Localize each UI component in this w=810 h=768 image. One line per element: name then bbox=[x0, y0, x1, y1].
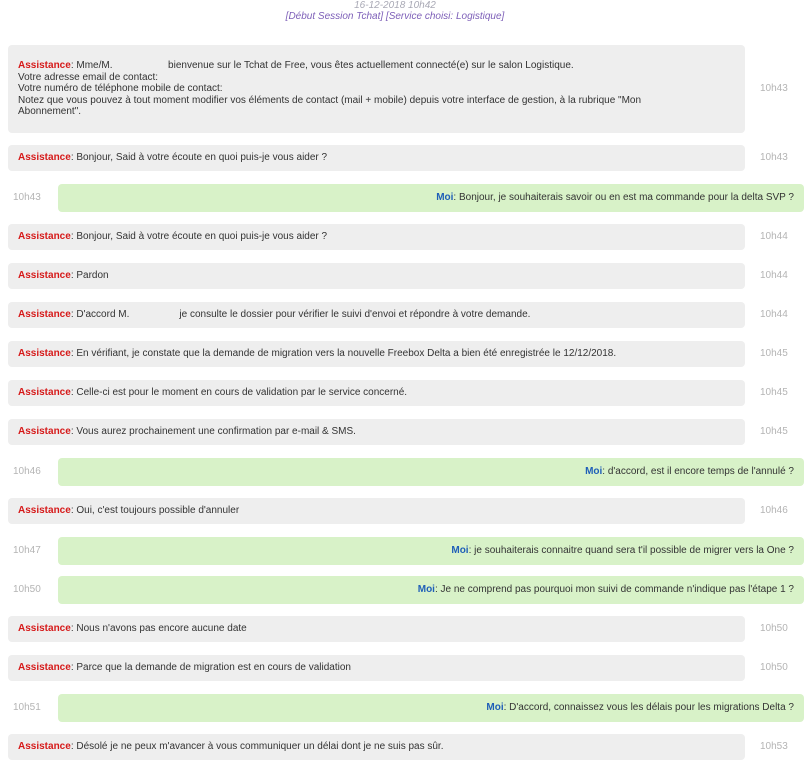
message-time: 10h45 bbox=[760, 348, 788, 359]
sender-label-me: Moi bbox=[585, 466, 603, 477]
sender-label-assistance: Assistance bbox=[18, 348, 71, 359]
session-header: 16-12-2018 10h42 [Début Session Tchat] [… bbox=[0, 0, 790, 29]
sender-label-me: Moi bbox=[417, 584, 435, 595]
message-line: Moi: Bonjour, je souhaiterais savoir ou … bbox=[68, 192, 794, 204]
message-line: Assistance: Pardon bbox=[18, 270, 735, 282]
sender-label-assistance: Assistance bbox=[18, 741, 71, 752]
message-bubble-assistance: Assistance: D'accord M. je consulte le d… bbox=[8, 302, 745, 328]
sender-label-assistance: Assistance bbox=[18, 387, 71, 398]
message-bubble-assistance: Assistance: Parce que la demande de migr… bbox=[8, 655, 745, 681]
sender-label-assistance: Assistance bbox=[18, 60, 71, 71]
session-info: [Début Session Tchat] [Service choisi: L… bbox=[285, 11, 505, 22]
message-line: Assistance: Nous n'avons pas encore aucu… bbox=[18, 623, 735, 635]
message-line: Abonnement". bbox=[18, 106, 82, 117]
message-text: : Mme/M. bienvenue sur le Tchat de Free,… bbox=[70, 60, 574, 71]
message-time: 10h45 bbox=[760, 387, 788, 398]
message-bubble-assistance: Assistance: Pardon bbox=[8, 263, 745, 289]
message-text: : En vérifiant, je constate que la deman… bbox=[70, 348, 617, 359]
message-line: Assistance: Parce que la demande de migr… bbox=[18, 662, 735, 674]
message-time: 10h43 bbox=[13, 192, 41, 203]
sender-label-me: Moi bbox=[451, 545, 469, 556]
message-time: 10h51 bbox=[13, 702, 41, 713]
message-time: 10h47 bbox=[13, 545, 41, 556]
message-line: Notez que vous pouvez à tout moment modi… bbox=[18, 94, 642, 106]
message-text: : je souhaiterais connaitre quand sera t… bbox=[468, 545, 794, 556]
sender-label-assistance: Assistance bbox=[18, 505, 71, 516]
sender-label-me: Moi bbox=[486, 702, 504, 713]
message-line: Assistance: Bonjour, Said à votre écoute… bbox=[18, 152, 735, 164]
sender-label-assistance: Assistance bbox=[18, 231, 71, 242]
message-text: : d'accord, est il encore temps de l'ann… bbox=[602, 466, 794, 477]
message-line: Votre numéro de téléphone mobile de cont… bbox=[18, 83, 223, 94]
message-bubble-me: Moi: Bonjour, je souhaiterais savoir ou … bbox=[58, 184, 804, 212]
message-text: : D'accord M. je consulte le dossier pou… bbox=[70, 309, 531, 320]
message-text: : Bonjour, Said à votre écoute en quoi p… bbox=[70, 152, 328, 163]
message-line: Moi: Je ne comprend pas pourquoi mon sui… bbox=[68, 584, 794, 596]
message-line: Moi: je souhaiterais connaitre quand ser… bbox=[68, 545, 794, 557]
message-time: 10h53 bbox=[760, 741, 788, 752]
message-time: 10h43 bbox=[760, 83, 788, 94]
message-line: Moi: d'accord, est il encore temps de l'… bbox=[68, 466, 794, 478]
message-line: Assistance: Oui, c'est toujours possible… bbox=[18, 505, 735, 517]
message-bubble-assistance: Assistance: Mme/M. bienvenue sur le Tcha… bbox=[8, 45, 745, 133]
message-bubble-assistance: Assistance: Vous aurez prochainement une… bbox=[8, 419, 745, 445]
message-time: 10h43 bbox=[760, 152, 788, 163]
sender-label-assistance: Assistance bbox=[18, 662, 71, 673]
message-time: 10h50 bbox=[760, 662, 788, 673]
message-time: 10h46 bbox=[13, 466, 41, 477]
message-bubble-me: Moi: je souhaiterais connaitre quand ser… bbox=[58, 537, 804, 565]
message-bubble-me: Moi: Je ne comprend pas pourquoi mon sui… bbox=[58, 576, 804, 604]
message-text: : Nous n'avons pas encore aucune date bbox=[70, 623, 247, 634]
message-time: 10h45 bbox=[760, 426, 788, 437]
message-line: Assistance: Celle-ci est pour le moment … bbox=[18, 387, 735, 399]
message-line: Assistance: Bonjour, Said à votre écoute… bbox=[18, 231, 735, 243]
message-bubble-me: Moi: D'accord, connaissez vous les délai… bbox=[58, 694, 804, 722]
message-text: : Pardon bbox=[70, 270, 109, 281]
message-time: 10h50 bbox=[13, 584, 41, 595]
sender-label-assistance: Assistance bbox=[18, 152, 71, 163]
sender-label-assistance: Assistance bbox=[18, 270, 71, 281]
message-line: Assistance: Désolé je ne peux m'avancer … bbox=[18, 741, 735, 753]
message-time: 10h44 bbox=[760, 270, 788, 281]
message-bubble-me: Moi: d'accord, est il encore temps de l'… bbox=[58, 458, 804, 486]
sender-label-assistance: Assistance bbox=[18, 623, 71, 634]
message-bubble-assistance: Assistance: En vérifiant, je constate qu… bbox=[8, 341, 745, 367]
message-line: Votre adresse email de contact: bbox=[18, 71, 159, 83]
message-text: : Bonjour, Said à votre écoute en quoi p… bbox=[70, 231, 328, 242]
message-line: Assistance: Vous aurez prochainement une… bbox=[18, 426, 735, 438]
message-bubble-assistance: Assistance: Bonjour, Said à votre écoute… bbox=[8, 224, 745, 250]
sender-label-me: Moi bbox=[436, 192, 454, 203]
message-text: : D'accord, connaissez vous les délais p… bbox=[503, 702, 794, 713]
message-text: : Parce que la demande de migration est … bbox=[70, 662, 351, 673]
sender-label-assistance: Assistance bbox=[18, 309, 71, 320]
message-text: : Bonjour, je souhaiterais savoir ou en … bbox=[453, 192, 794, 203]
message-line: Assistance: Mme/M. bienvenue sur le Tcha… bbox=[18, 60, 735, 72]
message-bubble-assistance: Assistance: Nous n'avons pas encore aucu… bbox=[8, 616, 745, 642]
message-line: Assistance: En vérifiant, je constate qu… bbox=[18, 348, 735, 360]
message-text: : Celle-ci est pour le moment en cours d… bbox=[70, 387, 408, 398]
message-time: 10h44 bbox=[760, 231, 788, 242]
message-bubble-assistance: Assistance: Oui, c'est toujours possible… bbox=[8, 498, 745, 524]
message-line: Assistance: D'accord M. je consulte le d… bbox=[18, 309, 735, 321]
message-bubble-assistance: Assistance: Celle-ci est pour le moment … bbox=[8, 380, 745, 406]
message-text: : Je ne comprend pas pourquoi mon suivi … bbox=[434, 584, 794, 595]
message-bubble-assistance: Assistance: Bonjour, Said à votre écoute… bbox=[8, 145, 745, 171]
message-line: Moi: D'accord, connaissez vous les délai… bbox=[68, 702, 794, 714]
message-text: : Vous aurez prochainement une confirmat… bbox=[70, 426, 356, 437]
message-time: 10h46 bbox=[760, 505, 788, 516]
message-bubble-assistance: Assistance: Désolé je ne peux m'avancer … bbox=[8, 734, 745, 760]
sender-label-assistance: Assistance bbox=[18, 426, 71, 437]
session-date: 16-12-2018 10h42 bbox=[354, 0, 436, 11]
message-text: : Désolé je ne peux m'avancer à vous com… bbox=[70, 741, 444, 752]
message-time: 10h44 bbox=[760, 309, 788, 320]
message-time: 10h50 bbox=[760, 623, 788, 634]
message-text: : Oui, c'est toujours possible d'annuler bbox=[70, 505, 240, 516]
